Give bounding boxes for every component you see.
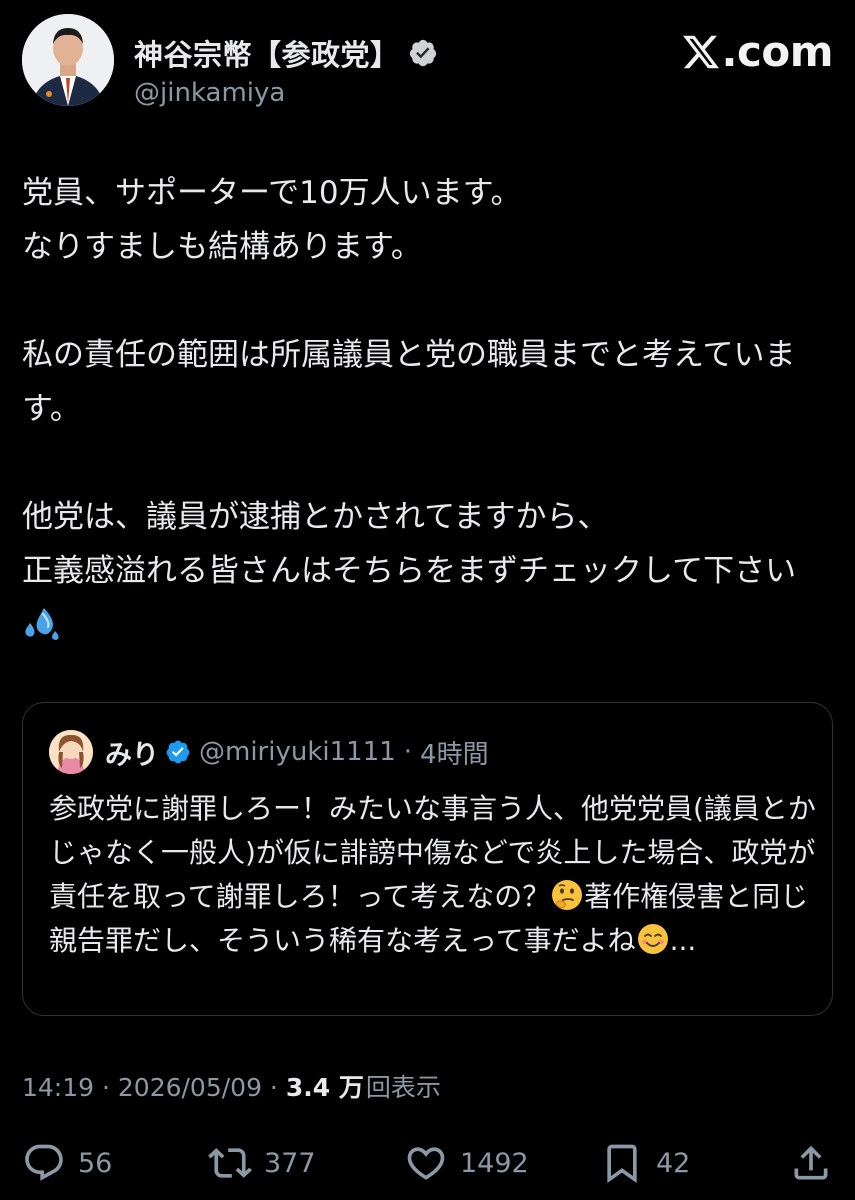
bookmark-icon [607, 1144, 637, 1184]
quoted-time[interactable]: 4時間 [420, 734, 489, 771]
like-button[interactable]: 1492 [404, 1138, 529, 1188]
author-avatar[interactable] [22, 14, 114, 106]
views-count: 3.4 万 [285, 1073, 364, 1102]
heart-icon [407, 1147, 445, 1180]
quoted-tweet-text: 参政党に謝罪しろー！みたいな事言う人、他党党員(議員とかじゃなく一般人)が仮に誹… [49, 787, 819, 963]
post-time: 14:19 [22, 1073, 95, 1102]
tweet-timestamp[interactable]: 14:19 · 2026/05/09 · 3.4 万 回表示 [22, 1068, 441, 1104]
thinking-face-icon [552, 880, 583, 910]
separator-dot: · [261, 1073, 278, 1102]
repost-icon [208, 1148, 252, 1178]
x-logo-text: .com [721, 27, 834, 76]
quoted-author-handle[interactable]: @miriyuki1111 [199, 737, 396, 767]
reply-icon [25, 1144, 63, 1181]
quoted-tweet[interactable]: みり @miriyuki1111 · 4時間 参政党に謝罪しろー！みたいな事言う… [22, 702, 833, 1016]
reply-button[interactable]: 56 [22, 1138, 112, 1188]
like-count: 1492 [460, 1147, 529, 1179]
quoted-tweet-header: みり @miriyuki1111 · 4時間 [49, 729, 489, 775]
tweet-header: 神谷宗幣【参政党】 @jinkamiya .com [22, 14, 834, 114]
tweet-text: 党員、サポーターで10万人います。 なりすましも結構あります。 私の責任の範囲は… [22, 166, 822, 652]
share-icon [794, 1145, 828, 1180]
tweet-line-text: 正義感溢れる皆さんはそちらをまずチェックして下さい [22, 553, 797, 589]
repost-button[interactable]: 377 [208, 1138, 316, 1188]
sweat-droplets-icon [25, 608, 59, 640]
views-label: 回表示 [365, 1073, 441, 1102]
tweet-line: なりすましも結構あります。 [22, 229, 422, 265]
separator-dot: · [94, 1073, 118, 1102]
smiling-face-icon [637, 924, 668, 954]
verified-badge-icon [409, 39, 436, 67]
author-name[interactable]: 神谷宗幣【参政党】 [134, 32, 400, 74]
tweet-line: 私の責任の範囲は所属議員と党の職員までと考えています。 [22, 337, 796, 427]
reply-count: 56 [78, 1147, 113, 1179]
tweet-line: 他党は、議員が逮捕とかされてますから、 [22, 499, 609, 535]
verified-badge-icon [166, 740, 190, 764]
tweet-line: 党員、サポーターで10万人います。 [22, 175, 522, 211]
x-logo: .com [681, 27, 834, 76]
quoted-author-avatar[interactable] [49, 730, 93, 774]
share-button[interactable] [789, 1138, 833, 1188]
separator-dot: · [403, 737, 413, 767]
post-date: 2026/05/09 [117, 1073, 262, 1102]
quoted-author-name[interactable]: みり [105, 733, 159, 772]
tweet-line-last: 正義感溢れる皆さんはそちらをまずチェックして下さい [22, 544, 822, 652]
author-handle[interactable]: @jinkamiya [134, 78, 285, 108]
action-bar: 56 377 1492 42 [22, 1138, 833, 1188]
quoted-text-tail: ... [669, 924, 697, 957]
repost-count: 377 [264, 1147, 316, 1179]
bookmark-button[interactable]: 42 [600, 1138, 690, 1188]
bookmark-count: 42 [656, 1147, 691, 1179]
x-logo-icon [682, 35, 719, 69]
